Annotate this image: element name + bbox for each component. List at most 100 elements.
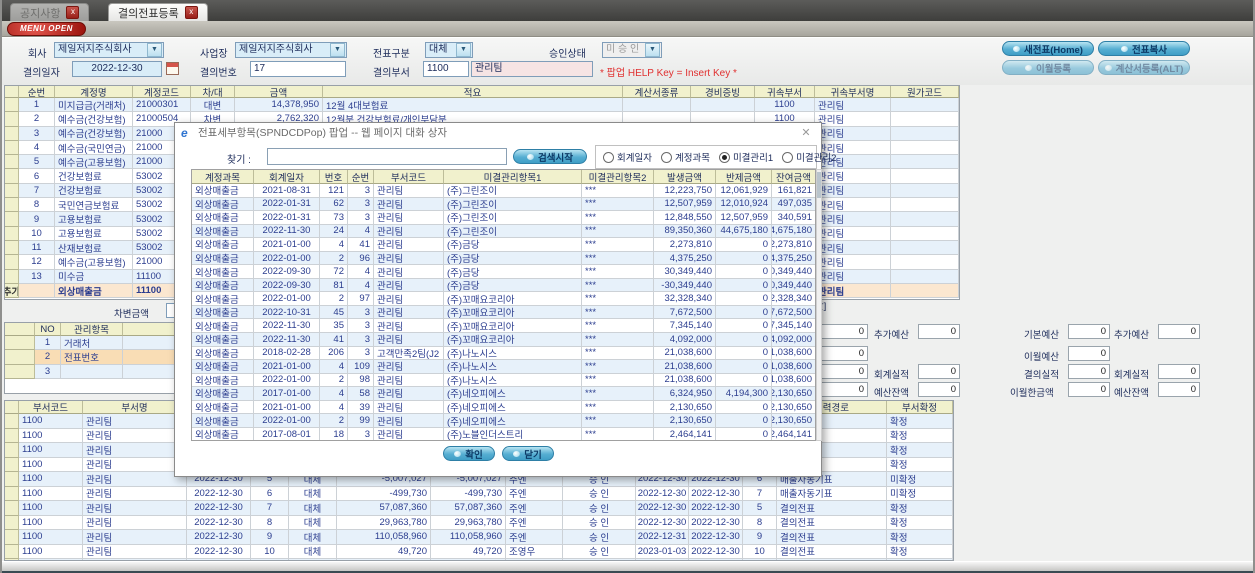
company-select[interactable]: 제일저지주식회사 ▼ — [54, 42, 164, 58]
cell: 2,464,141 — [772, 428, 815, 440]
tab-slip-register-label: 결의전표등록 — [118, 7, 179, 20]
cell: 고용보험료 — [55, 212, 133, 227]
budget-input[interactable]: 0 — [918, 364, 960, 379]
radio-acct-date[interactable]: 회계일자 — [603, 150, 652, 164]
find-input[interactable] — [267, 148, 507, 165]
invoice-button[interactable]: 계산서등록(ALT) — [1098, 60, 1190, 75]
date-input[interactable]: 2022-12-30 — [72, 61, 162, 77]
table-row[interactable]: 외상매출금 2022-10-31 45 3 관리팀 (주)꼬매요코리아 *** 7,672,5… — [192, 305, 815, 320]
budget-input[interactable]: 0 — [1068, 346, 1110, 361]
budget-label: 기본예산 — [1024, 330, 1059, 341]
table-row[interactable]: 외상매출금 2022-11-30 41 3 관리팀 (주)꼬매요코리아 *** 4,092,0… — [192, 333, 815, 347]
search-button[interactable]: 검색시작 — [513, 149, 587, 164]
cell: 승 인 — [563, 544, 636, 559]
cell: 외상매출금 — [192, 333, 254, 347]
cell: 3 — [348, 333, 374, 347]
close-button[interactable]: 닫기 — [501, 446, 554, 461]
cell: -499,730 — [431, 486, 506, 501]
cell: 예수금(고용보험) — [55, 155, 133, 170]
cell: 7,345,140 — [772, 319, 815, 334]
table-header-row: 계정과목 회계일자 번호 순번 부서코드 미결관리항목1 미결관리항목2 발생금액 반제금액 잔여… — [192, 170, 815, 184]
budget-input[interactable]: 0 — [1068, 382, 1110, 397]
popup-scrollbar[interactable] — [816, 169, 822, 441]
table-row[interactable]: 외상매출금 2021-01-00 4 39 관리팀 (주)네오피에스 *** 2,130,65… — [192, 400, 815, 415]
table-row[interactable]: 1100 관리팀 2022-12-30 7 대체 57,087,360 57,087,360… — [5, 501, 953, 516]
tab-close-icon[interactable]: x — [66, 6, 80, 19]
cell: 44,675,180 — [716, 224, 772, 239]
tab-close-icon[interactable]: x — [184, 6, 198, 19]
calendar-icon[interactable] — [166, 62, 179, 75]
table-row[interactable]: 외상매출금 2018-02-28 206 3 고객만족2팀(J2 (주)나노시스 *** 21… — [192, 346, 815, 361]
popup-title-bar[interactable]: e 전표세부항목(SPNDCDPop) 팝업 -- 웹 페이지 대화 상자 — [175, 123, 821, 142]
approval-select[interactable]: 미 승 인 ▼ — [602, 42, 662, 58]
budget-input[interactable]: 0 — [1068, 364, 1110, 379]
cell: 2 — [320, 414, 348, 428]
table-row[interactable]: 외상매출금 2022-01-00 2 99 관리팀 (주)네오피에스 *** 2,130,65… — [192, 414, 815, 428]
radio-open-mgmt1[interactable]: 미결관리1 — [718, 150, 773, 164]
table-row[interactable]: 외상매출금 2022-09-30 72 4 관리팀 (주)금당 *** 30,349,440 0… — [192, 265, 815, 279]
slip-type-label: 전표구분 — [373, 49, 410, 60]
table-row[interactable]: 외상매출금 2017-08-01 18 3 관리팀 (주)노블인더스트리 *** 2,464,… — [192, 427, 815, 440]
tab-notice[interactable]: 공지사항 x — [10, 3, 90, 21]
table-row[interactable]: 외상매출금 2022-01-00 2 97 관리팀 (주)꼬매요코리아 *** 32,328,… — [192, 292, 815, 306]
table-row[interactable]: 외상매출금 2022-01-00 2 96 관리팀 (주)금당 *** 4,375,250 0 4… — [192, 251, 815, 266]
site-select[interactable]: 제일저지주식회사 ▼ — [235, 42, 347, 58]
column-header: 잔여금액 — [772, 170, 815, 184]
cell: 주엔 — [506, 530, 563, 545]
carryover-label: 이월등록 — [1036, 63, 1071, 75]
slip-no-input[interactable]: 17 — [250, 61, 346, 77]
table-row[interactable]: 외상매출금 2022-09-30 81 4 관리팀 (주)금당 *** -30,349,440… — [192, 278, 815, 293]
cell: 6,324,950 — [654, 387, 716, 401]
budget-input[interactable]: 0 — [918, 324, 960, 339]
table-row[interactable]: 1100 관리팀 2022-12-30 10 대체 49,720 49,720 조영우 승 인2… — [5, 544, 953, 559]
budget-input[interactable]: 0 — [1068, 324, 1110, 339]
table-row[interactable]: 외상매출금 2017-01-00 4 58 관리팀 (주)네오피에스 *** 6,324,95… — [192, 387, 815, 401]
radio-open-mgmt2[interactable]: 미결관리2 — [782, 150, 836, 164]
cell: 관리팀 — [374, 387, 444, 401]
cell: 5 — [19, 155, 55, 170]
cell: 관리팀 — [815, 240, 891, 256]
column-header: 원가코드 — [891, 86, 959, 98]
cell: 대체 — [289, 501, 337, 516]
budget-input[interactable]: 0 — [1158, 382, 1200, 397]
column-header: 발생금액 — [654, 170, 716, 184]
new-slip-button[interactable]: 새전표(Home) — [1002, 41, 1094, 56]
table-row[interactable]: 1100 관리팀 2022-12-30 8 대체 29,963,780 29,963,780… — [5, 515, 953, 530]
cell: *** — [582, 373, 654, 388]
budget-input[interactable]: 0 — [918, 382, 960, 397]
ok-button[interactable]: 확인 — [442, 446, 495, 461]
cell: 7 — [251, 501, 289, 516]
cell: 4 — [19, 140, 55, 156]
copy-slip-button[interactable]: 전표복사 — [1098, 41, 1190, 56]
budget-input[interactable]: 0 — [1158, 364, 1200, 379]
tab-slip-register[interactable]: 결의전표등록 x — [108, 3, 208, 21]
cell: 1100 — [19, 486, 83, 501]
table-row[interactable]: 1100 관리팀 2022-12-30 6 대체 -499,730 -499,730 주엔 승 … — [5, 486, 953, 501]
table-row[interactable]: 외상매출금 2022-01-31 62 3 관리팀 (주)그린조이 *** 12,507,95… — [192, 197, 815, 212]
table-row[interactable]: 1100 관리팀 2022-12-30 9 대체 110,058,960 110,058,9… — [5, 530, 953, 545]
dept-code-input[interactable]: 1100 — [423, 61, 469, 77]
table-row[interactable]: 외상매출금 2022-01-00 2 98 관리팀 (주)나노시스 *** 21,038,60… — [192, 373, 815, 388]
menu-open-button[interactable]: MENU OPEN — [7, 22, 86, 36]
cell: 2022-12-30 — [636, 501, 689, 516]
slip-type-select[interactable]: 대체 ▼ — [425, 42, 473, 58]
cell: 0 — [716, 305, 772, 320]
radio-account[interactable]: 계정과목 — [660, 150, 710, 164]
table-row[interactable]: 외상매출금 2022-11-30 24 4 관리팀 (주)그린조이 *** 89,350,36… — [192, 224, 815, 239]
cell: (주)금당 — [444, 251, 582, 266]
table-row[interactable]: 외상매출금 2021-01-00 4 109 관리팀 (주)나노시스 *** 21,038,6… — [192, 360, 815, 374]
table-row[interactable]: 외상매출금 2021-01-00 4 41 관리팀 (주)금당 *** 2,273,810 0 2… — [192, 238, 815, 252]
table-row[interactable]: 외상매출금 2022-11-30 35 3 관리팀 (주)꼬매요코리아 *** 7,345,1… — [192, 319, 815, 334]
table-row[interactable]: 1 미지급금(거래처) 21000301 대변 14,378,950 12월 4대보험료 1… — [5, 98, 959, 113]
carryover-button[interactable]: 이월등록 — [1002, 60, 1094, 75]
table-row[interactable]: 외상매출금 2022-01-31 73 3 관리팀 (주)그린조이 *** 12,848,55… — [192, 211, 815, 225]
cell — [61, 364, 123, 379]
cell: 2017-08-01 — [254, 427, 320, 440]
cell: *** — [582, 427, 654, 440]
cell: 2022-10-31 — [254, 305, 320, 320]
budget-input[interactable]: 0 — [1158, 324, 1200, 339]
cell: 21,038,600 — [772, 347, 815, 361]
popup-close-icon[interactable]: ✕ — [799, 126, 813, 140]
table-row[interactable]: 외상매출금 2021-08-31 121 3 관리팀 (주)그린조이 *** 12,223,7… — [192, 184, 815, 198]
column-header: 순번 — [19, 86, 55, 98]
